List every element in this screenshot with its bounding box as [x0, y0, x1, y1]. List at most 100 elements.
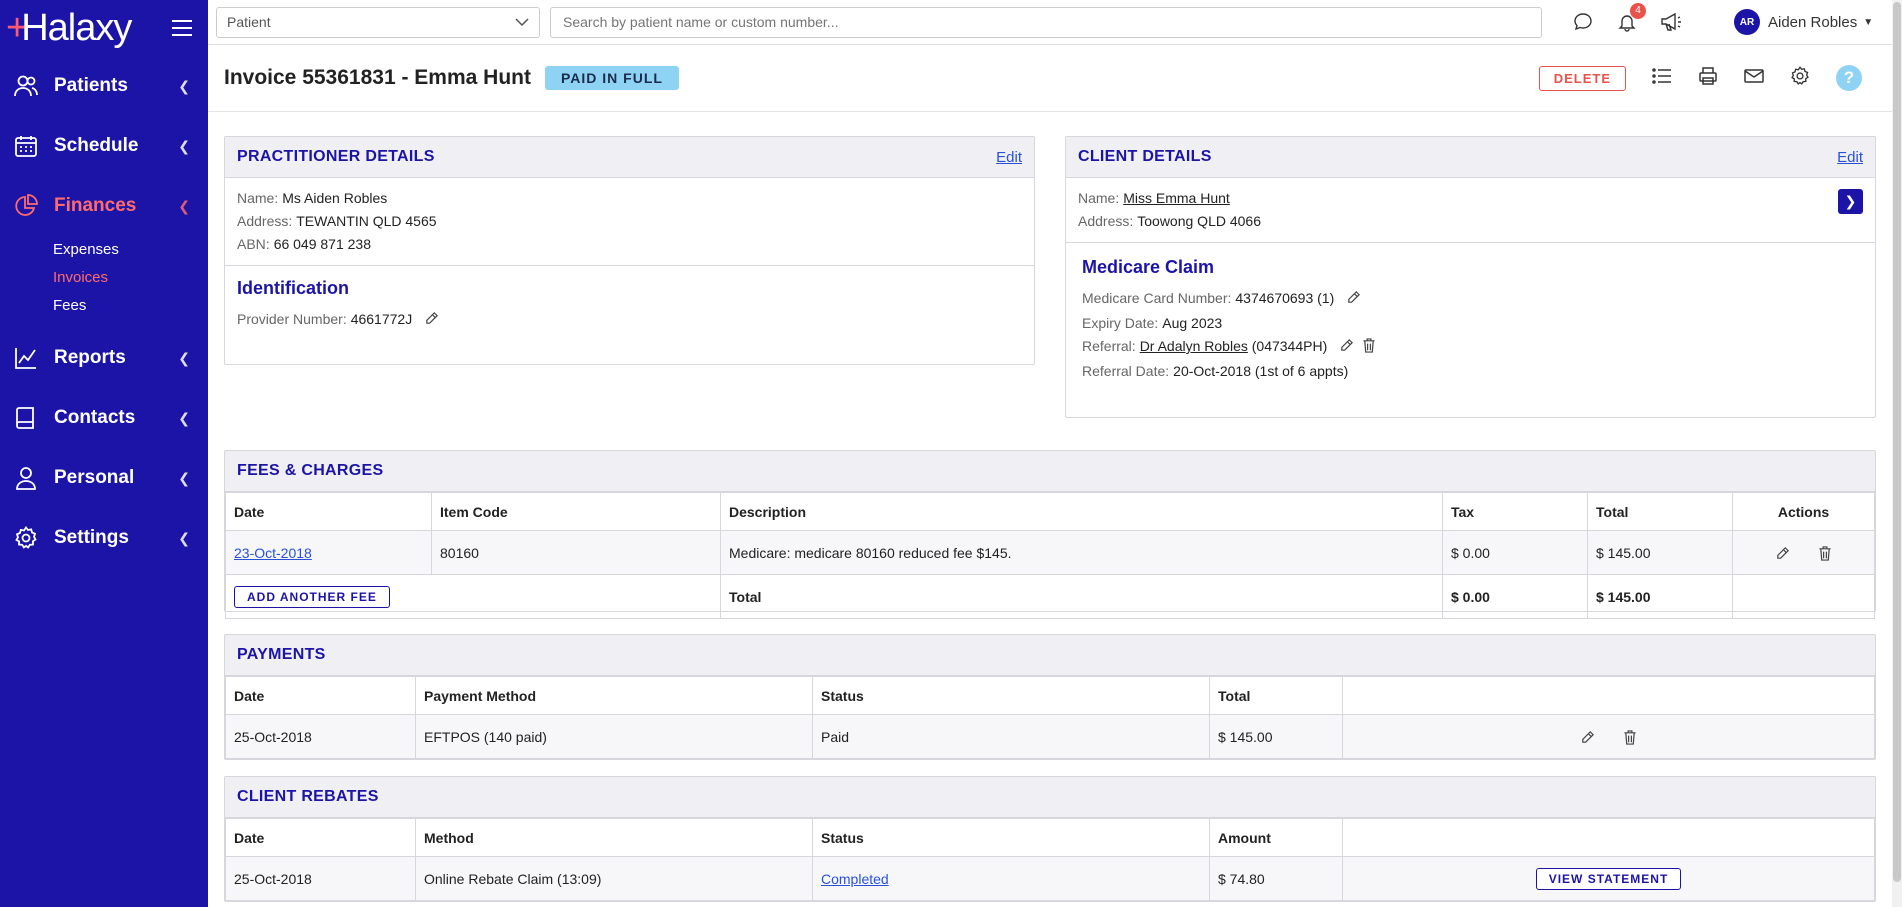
table-header-row: Date Item Code Description Tax Total Act… — [225, 492, 1875, 531]
chevron-left-icon: ❮ — [178, 469, 190, 486]
sidebar-item-settings[interactable]: Settings ❮ — [0, 508, 208, 568]
chevron-left-icon: ❮ — [178, 197, 190, 214]
avatar: AR — [1734, 9, 1760, 35]
panel-header: PAYMENTS — [225, 635, 1875, 676]
pencil-icon[interactable] — [1346, 290, 1361, 308]
panel-title: PRACTITIONER DETAILS — [237, 148, 435, 165]
sidebar-item-personal[interactable]: Personal ❮ — [0, 448, 208, 508]
menu-toggle-icon[interactable] — [172, 20, 192, 36]
sidebar-item-finances[interactable]: Finances ❮ — [0, 176, 208, 236]
label: Address: — [1078, 213, 1134, 229]
provider-number-row: Provider Number: 4661772J — [237, 311, 1022, 329]
label: Name: — [237, 190, 279, 206]
fee-actions — [1732, 530, 1875, 575]
sidebar-item-label: Schedule — [54, 135, 139, 156]
subnav-invoices[interactable]: Invoices — [53, 264, 208, 292]
payment-method: EFTPOS (140 paid) — [415, 714, 813, 759]
sidebar-item-contacts[interactable]: Contacts ❮ — [0, 388, 208, 448]
practitioner-abn: 66 049 871 238 — [273, 236, 372, 252]
print-icon[interactable] — [1698, 66, 1718, 90]
page-header: Invoice 55361831 - Emma Hunt PAID IN FUL… — [208, 45, 1892, 112]
label: ABN: — [237, 236, 270, 252]
medicare-card-row: Medicare Card Number: 4374670693 (1) — [1082, 290, 1859, 308]
halaxy-logo[interactable]: + Halaxy — [6, 7, 132, 50]
client-details: Name: Miss Emma Hunt Address: Toowong QLD … — [1066, 178, 1875, 243]
sidebar: + Halaxy Patients ❮ Schedule ❮ Finances ❮… — [0, 0, 208, 907]
sidebar-item-schedule[interactable]: Schedule ❮ — [0, 116, 208, 176]
identification-section: Identification Provider Number: 4661772J — [225, 266, 1034, 348]
scrollbar-thumb[interactable] — [1893, 2, 1901, 882]
mail-icon[interactable] — [1744, 68, 1764, 88]
col-actions — [1342, 818, 1875, 857]
sidebar-item-label: Contacts — [54, 407, 136, 428]
fee-date-link[interactable]: 23-Oct-2018 — [234, 545, 312, 561]
practitioner-edit-link[interactable]: Edit — [996, 149, 1022, 166]
panel-title: FEES & CHARGES — [237, 462, 384, 479]
referral-link[interactable]: Dr Adalyn Robles — [1140, 338, 1248, 354]
table-header-row: Date Payment Method Status Total — [225, 676, 1875, 715]
panel-title: CLIENT REBATES — [237, 788, 379, 805]
pencil-icon[interactable] — [1775, 546, 1790, 561]
gear-icon — [12, 524, 40, 552]
logo-row: + Halaxy — [0, 0, 208, 56]
top-icons: 4 — [1572, 3, 1682, 33]
chevron-down-icon — [515, 18, 529, 26]
sidebar-item-reports[interactable]: Reports ❮ — [0, 328, 208, 388]
megaphone-icon[interactable] — [1660, 11, 1682, 33]
fees-panel: FEES & CHARGES Date Item Code Descriptio… — [224, 450, 1876, 619]
pencil-icon[interactable] — [1580, 730, 1595, 745]
pencil-icon[interactable] — [1339, 338, 1354, 356]
add-another-fee-button[interactable]: ADD ANOTHER FEE — [234, 585, 390, 608]
col-status: Status — [812, 676, 1210, 715]
chevron-left-icon: ❮ — [178, 529, 190, 546]
notification-badge: 4 — [1630, 3, 1646, 19]
rebate-status-link[interactable]: Completed — [821, 871, 889, 887]
fees-total-row: ADD ANOTHER FEE Total $ 0.00 $ 145.00 — [225, 574, 1875, 619]
user-menu[interactable]: AR Aiden Robles ▼ — [1734, 9, 1873, 35]
bell-icon[interactable]: 4 — [1616, 3, 1646, 33]
chevron-left-icon: ❮ — [178, 137, 190, 154]
panel-header: CLIENT REBATES — [225, 777, 1875, 818]
table-row: 25-Oct-2018 Online Rebate Claim (13:09) … — [225, 856, 1875, 901]
col-date: Date — [225, 492, 432, 531]
finances-subnav: Expenses Invoices Fees — [0, 236, 208, 328]
chevron-right-button[interactable]: ❯ — [1838, 189, 1863, 214]
view-statement-button[interactable]: VIEW STATEMENT — [1535, 867, 1682, 890]
settings-gear-icon[interactable] — [1790, 66, 1810, 90]
label: Medicare Card Number: — [1082, 290, 1232, 306]
add-fee-cell: ADD ANOTHER FEE — [225, 574, 721, 619]
practitioner-abn-row: ABN: 66 049 871 238 — [237, 236, 1022, 252]
trash-icon[interactable] — [1623, 730, 1637, 745]
col-date: Date — [225, 818, 416, 857]
trash-icon[interactable] — [1818, 546, 1832, 561]
status-badge: PAID IN FULL — [544, 66, 679, 90]
payment-total: $ 145.00 — [1209, 714, 1343, 759]
search-type-select[interactable]: Patient — [216, 6, 540, 38]
fees-table: Date Item Code Description Tax Total Act… — [225, 492, 1875, 619]
delete-button[interactable]: DELETE — [1538, 65, 1626, 91]
subnav-fees[interactable]: Fees — [53, 292, 208, 320]
main-content: Invoice 55361831 - Emma Hunt PAID IN FUL… — [208, 45, 1892, 907]
search-input[interactable] — [550, 6, 1542, 38]
col-description: Description — [720, 492, 1443, 531]
rebates-table: Date Method Status Amount 25-Oct-2018 On… — [225, 818, 1875, 901]
help-icon[interactable]: ? — [1836, 65, 1862, 91]
trash-icon[interactable] — [1362, 338, 1376, 356]
scrollbar[interactable] — [1892, 0, 1902, 907]
payments-table: Date Payment Method Status Total 25-Oct-… — [225, 676, 1875, 759]
fee-date: 23-Oct-2018 — [225, 530, 432, 575]
sidebar-item-patients[interactable]: Patients ❮ — [0, 56, 208, 116]
subnav-expenses[interactable]: Expenses — [53, 236, 208, 264]
client-name-link[interactable]: Miss Emma Hunt — [1123, 190, 1230, 206]
empty-cell — [1732, 574, 1875, 619]
chat-icon[interactable] — [1572, 11, 1594, 33]
pencil-icon[interactable] — [424, 311, 439, 329]
list-icon[interactable] — [1652, 68, 1672, 88]
user-icon — [12, 464, 40, 492]
calendar-icon — [12, 132, 40, 160]
chevron-left-icon: ❮ — [178, 349, 190, 366]
section-title: Medicare Claim — [1082, 257, 1215, 277]
payment-actions — [1342, 714, 1875, 759]
client-edit-link[interactable]: Edit — [1837, 149, 1863, 166]
label: Provider Number: — [237, 311, 347, 327]
